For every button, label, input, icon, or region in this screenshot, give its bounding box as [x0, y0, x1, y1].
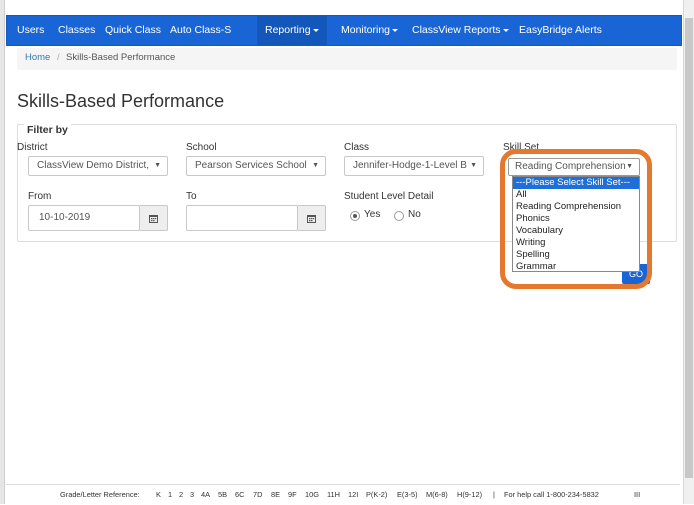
dropdown-arrow-icon: ▼	[312, 162, 319, 169]
window-frame-left	[0, 0, 5, 504]
grade-ref-item: 1	[168, 490, 173, 499]
student-level-no-radio[interactable]	[394, 211, 404, 221]
help-phone-text: For help call 1-800-234-5832	[504, 490, 599, 499]
school-select[interactable]: Pearson Services School ▼	[186, 156, 326, 176]
student-level-yes-radio[interactable]	[350, 211, 360, 221]
student-level-label: Student Level Detail	[344, 191, 434, 202]
page-title: Skills-Based Performance	[17, 91, 225, 111]
filter-legend: Filter by	[24, 124, 71, 136]
class-select[interactable]: Jennifer-Hodge-1-Level B ▼	[344, 156, 484, 176]
annotation-highlight-box	[500, 149, 652, 289]
district-select-value: ClassView Demo District,	[37, 160, 150, 171]
school-select-value: Pearson Services School	[195, 160, 307, 171]
calendar-icon	[307, 215, 316, 223]
grade-ref-item: H(9-12)	[457, 490, 483, 499]
chevron-down-icon	[502, 28, 509, 32]
from-date-input[interactable]: 10-10-2019	[28, 205, 140, 231]
chevron-down-icon	[312, 28, 319, 32]
breadcrumb-home-link[interactable]: Home	[25, 52, 50, 63]
grade-ref-item: 8E	[271, 490, 281, 499]
breadcrumb-separator: /	[57, 52, 60, 63]
nav-quick-class[interactable]: Quick Class	[105, 16, 161, 45]
grade-ref-item: E(3-5)	[397, 490, 418, 499]
nav-classview-reports-label: ClassView Reports	[412, 24, 501, 36]
dropdown-arrow-icon: ▼	[470, 162, 477, 169]
grade-ref-item: 3	[190, 490, 195, 499]
nav-reporting[interactable]: Reporting	[257, 16, 327, 45]
dropdown-arrow-icon: ▼	[154, 162, 161, 169]
to-calendar-button[interactable]	[298, 205, 326, 231]
nav-auto-class[interactable]: Auto Class-S	[170, 16, 231, 45]
vertical-scrollbar[interactable]	[683, 0, 694, 504]
class-label: Class	[344, 142, 370, 153]
nav-reporting-label: Reporting	[265, 24, 311, 36]
grade-ref-item: 7D	[253, 490, 263, 499]
grade-ref-item: 2	[179, 490, 184, 499]
footer-right-mark: III	[634, 490, 641, 499]
chevron-down-icon	[392, 28, 399, 32]
grade-ref-item: 10G	[305, 490, 319, 499]
nav-monitoring[interactable]: Monitoring	[341, 16, 399, 45]
school-label: School	[186, 142, 217, 153]
class-select-value: Jennifer-Hodge-1-Level B	[353, 160, 467, 171]
student-level-no-label[interactable]: No	[408, 209, 421, 220]
district-select[interactable]: ClassView Demo District, ▼	[28, 156, 168, 176]
grade-reference-label: Grade/Letter Reference:	[60, 490, 140, 499]
grade-ref-item: M(6-8)	[426, 490, 448, 499]
footer-bar: Grade/Letter Reference: K 1 2 3 4A 5B 6C…	[6, 484, 680, 505]
grade-ref-item: P(K-2)	[366, 490, 388, 499]
grade-ref-item: 5B	[218, 490, 228, 499]
breadcrumb-current: Skills-Based Performance	[66, 52, 176, 63]
calendar-icon	[149, 215, 158, 223]
nav-easybridge-alerts[interactable]: EasyBridge Alerts	[519, 16, 602, 45]
student-level-yes-label[interactable]: Yes	[364, 209, 380, 220]
to-label: To	[186, 191, 197, 202]
grade-ref-item: 9F	[288, 490, 297, 499]
nav-users[interactable]: Users	[17, 16, 44, 45]
from-label: From	[28, 191, 52, 202]
grade-ref-item: K	[156, 490, 161, 499]
nav-classview-reports[interactable]: ClassView Reports	[412, 16, 509, 45]
grade-ref-item: 4A	[201, 490, 211, 499]
grade-ref-item: 12I	[348, 490, 359, 499]
nav-monitoring-label: Monitoring	[341, 24, 391, 36]
grade-ref-item: 11H	[327, 490, 341, 499]
breadcrumb: Home / Skills-Based Performance	[17, 48, 677, 70]
district-label: District	[17, 142, 48, 153]
grade-ref-item: 6C	[235, 490, 245, 499]
scrollbar-thumb[interactable]	[685, 18, 693, 478]
to-date-input[interactable]	[186, 205, 298, 231]
footer-separator: |	[493, 490, 495, 499]
from-calendar-button[interactable]	[140, 205, 168, 231]
top-navbar: Users Classes Quick Class Auto Class-S R…	[6, 15, 682, 46]
nav-classes[interactable]: Classes	[58, 16, 95, 45]
